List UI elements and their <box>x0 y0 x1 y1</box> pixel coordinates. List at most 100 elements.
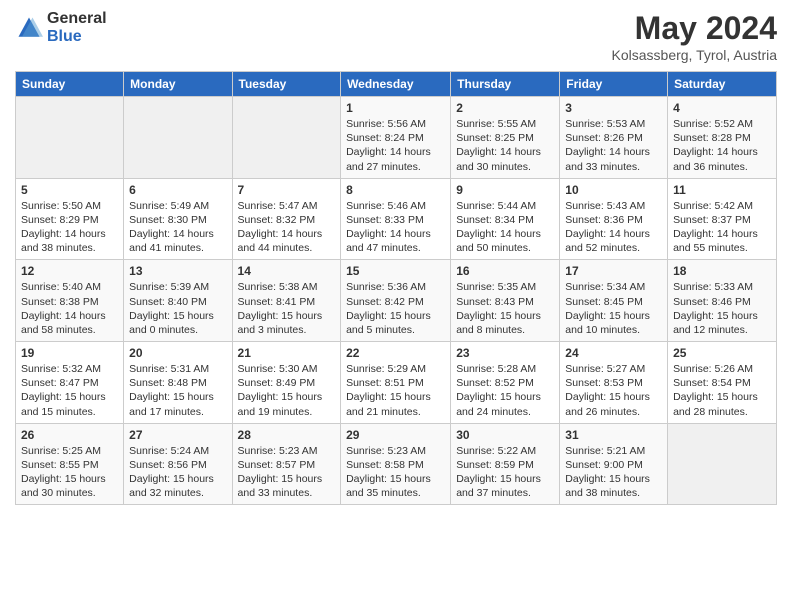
day-number: 24 <box>565 346 662 360</box>
day-number: 31 <box>565 428 662 442</box>
day-cell <box>668 423 777 505</box>
day-cell: 28Sunrise: 5:23 AMSunset: 8:57 PMDayligh… <box>232 423 341 505</box>
day-info: Sunrise: 5:56 AMSunset: 8:24 PMDaylight:… <box>346 118 431 173</box>
day-info: Sunrise: 5:36 AMSunset: 8:42 PMDaylight:… <box>346 281 431 336</box>
day-info: Sunrise: 5:24 AMSunset: 8:56 PMDaylight:… <box>129 445 214 500</box>
day-number: 5 <box>21 183 118 197</box>
day-number: 17 <box>565 264 662 278</box>
day-cell: 31Sunrise: 5:21 AMSunset: 9:00 PMDayligh… <box>560 423 668 505</box>
subtitle: Kolsassberg, Tyrol, Austria <box>612 47 777 63</box>
day-info: Sunrise: 5:26 AMSunset: 8:54 PMDaylight:… <box>673 363 758 418</box>
day-info: Sunrise: 5:52 AMSunset: 8:28 PMDaylight:… <box>673 118 758 173</box>
day-info: Sunrise: 5:38 AMSunset: 8:41 PMDaylight:… <box>238 281 323 336</box>
day-info: Sunrise: 5:53 AMSunset: 8:26 PMDaylight:… <box>565 118 650 173</box>
day-info: Sunrise: 5:33 AMSunset: 8:46 PMDaylight:… <box>673 281 758 336</box>
day-cell: 10Sunrise: 5:43 AMSunset: 8:36 PMDayligh… <box>560 178 668 260</box>
day-number: 11 <box>673 183 771 197</box>
logo-general: General <box>47 10 107 28</box>
day-cell: 26 Sunrise: 5:25 AMSunset: 8:55 PMDayligh… <box>16 423 124 505</box>
day-cell: 30Sunrise: 5:22 AMSunset: 8:59 PMDayligh… <box>451 423 560 505</box>
week-row-2: 5 Sunrise: 5:50 AMSunset: 8:29 PMDaylight… <box>16 178 777 260</box>
day-cell: 3 Sunrise: 5:53 AMSunset: 8:26 PMDaylight… <box>560 97 668 179</box>
logo-text: General Blue <box>47 10 107 45</box>
calendar-table: SundayMondayTuesdayWednesdayThursdayFrid… <box>15 71 777 505</box>
day-cell: 25 Sunrise: 5:26 AMSunset: 8:54 PMDayligh… <box>668 342 777 424</box>
day-cell: 24 Sunrise: 5:27 AMSunset: 8:53 PMDayligh… <box>560 342 668 424</box>
day-cell: 20Sunrise: 5:31 AMSunset: 8:48 PMDayligh… <box>124 342 232 424</box>
day-info: Sunrise: 5:23 AMSunset: 8:57 PMDaylight:… <box>238 445 323 500</box>
day-info: Sunrise: 5:32 AMSunset: 8:47 PMDaylight:… <box>21 363 106 418</box>
day-cell: 27 Sunrise: 5:24 AMSunset: 8:56 PMDayligh… <box>124 423 232 505</box>
day-number: 1 <box>346 101 445 115</box>
day-cell: 5 Sunrise: 5:50 AMSunset: 8:29 PMDaylight… <box>16 178 124 260</box>
day-cell: 11 Sunrise: 5:42 AMSunset: 8:37 PMDayligh… <box>668 178 777 260</box>
day-number: 20 <box>129 346 226 360</box>
column-header-friday: Friday <box>560 72 668 97</box>
title-section: May 2024 Kolsassberg, Tyrol, Austria <box>612 10 777 63</box>
day-cell: 16Sunrise: 5:35 AMSunset: 8:43 PMDayligh… <box>451 260 560 342</box>
day-number: 18 <box>673 264 771 278</box>
day-info: Sunrise: 5:28 AMSunset: 8:52 PMDaylight:… <box>456 363 541 418</box>
day-info: Sunrise: 5:29 AMSunset: 8:51 PMDaylight:… <box>346 363 431 418</box>
day-cell <box>232 97 341 179</box>
day-info: Sunrise: 5:43 AMSunset: 8:36 PMDaylight:… <box>565 200 650 255</box>
day-number: 13 <box>129 264 226 278</box>
day-info: Sunrise: 5:49 AMSunset: 8:30 PMDaylight:… <box>129 200 214 255</box>
day-number: 26 <box>21 428 118 442</box>
column-header-tuesday: Tuesday <box>232 72 341 97</box>
day-cell: 8Sunrise: 5:46 AMSunset: 8:33 PMDaylight… <box>341 178 451 260</box>
day-number: 3 <box>565 101 662 115</box>
day-number: 15 <box>346 264 445 278</box>
week-row-3: 12 Sunrise: 5:40 AMSunset: 8:38 PMDayligh… <box>16 260 777 342</box>
day-cell: 21 Sunrise: 5:30 AMSunset: 8:49 PMDayligh… <box>232 342 341 424</box>
day-cell: 1 Sunrise: 5:56 AMSunset: 8:24 PMDaylight… <box>341 97 451 179</box>
logo: General Blue <box>15 10 107 45</box>
day-info: Sunrise: 5:40 AMSunset: 8:38 PMDaylight:… <box>21 281 106 336</box>
day-info: Sunrise: 5:25 AMSunset: 8:55 PMDaylight:… <box>21 445 106 500</box>
column-header-thursday: Thursday <box>451 72 560 97</box>
day-number: 9 <box>456 183 554 197</box>
day-cell: 6 Sunrise: 5:49 AMSunset: 8:30 PMDaylight… <box>124 178 232 260</box>
logo-blue: Blue <box>47 28 107 46</box>
day-number: 4 <box>673 101 771 115</box>
day-cell: 9 Sunrise: 5:44 AMSunset: 8:34 PMDaylight… <box>451 178 560 260</box>
day-number: 6 <box>129 183 226 197</box>
day-cell: 13 Sunrise: 5:39 AMSunset: 8:40 PMDayligh… <box>124 260 232 342</box>
column-header-monday: Monday <box>124 72 232 97</box>
day-cell: 7Sunrise: 5:47 AMSunset: 8:32 PMDaylight… <box>232 178 341 260</box>
day-cell: 12 Sunrise: 5:40 AMSunset: 8:38 PMDayligh… <box>16 260 124 342</box>
day-info: Sunrise: 5:23 AMSunset: 8:58 PMDaylight:… <box>346 445 431 500</box>
day-number: 23 <box>456 346 554 360</box>
day-cell: 18 Sunrise: 5:33 AMSunset: 8:46 PMDayligh… <box>668 260 777 342</box>
day-info: Sunrise: 5:27 AMSunset: 8:53 PMDaylight:… <box>565 363 650 418</box>
week-row-4: 19 Sunrise: 5:32 AMSunset: 8:47 PMDayligh… <box>16 342 777 424</box>
day-info: Sunrise: 5:42 AMSunset: 8:37 PMDaylight:… <box>673 200 758 255</box>
week-row-1: 1 Sunrise: 5:56 AMSunset: 8:24 PMDaylight… <box>16 97 777 179</box>
day-info: Sunrise: 5:30 AMSunset: 8:49 PMDaylight:… <box>238 363 323 418</box>
column-header-sunday: Sunday <box>16 72 124 97</box>
day-number: 19 <box>21 346 118 360</box>
day-cell: 23 Sunrise: 5:28 AMSunset: 8:52 PMDayligh… <box>451 342 560 424</box>
day-info: Sunrise: 5:44 AMSunset: 8:34 PMDaylight:… <box>456 200 541 255</box>
day-cell: 17 Sunrise: 5:34 AMSunset: 8:45 PMDayligh… <box>560 260 668 342</box>
day-number: 2 <box>456 101 554 115</box>
day-info: Sunrise: 5:39 AMSunset: 8:40 PMDaylight:… <box>129 281 214 336</box>
column-header-wednesday: Wednesday <box>341 72 451 97</box>
day-number: 25 <box>673 346 771 360</box>
day-cell: 15 Sunrise: 5:36 AMSunset: 8:42 PMDayligh… <box>341 260 451 342</box>
week-row-5: 26 Sunrise: 5:25 AMSunset: 8:55 PMDayligh… <box>16 423 777 505</box>
header-row: SundayMondayTuesdayWednesdayThursdayFrid… <box>16 72 777 97</box>
column-header-saturday: Saturday <box>668 72 777 97</box>
day-number: 21 <box>238 346 336 360</box>
day-info: Sunrise: 5:34 AMSunset: 8:45 PMDaylight:… <box>565 281 650 336</box>
day-number: 29 <box>346 428 445 442</box>
day-cell <box>16 97 124 179</box>
day-info: Sunrise: 5:50 AMSunset: 8:29 PMDaylight:… <box>21 200 106 255</box>
day-cell: 29 Sunrise: 5:23 AMSunset: 8:58 PMDayligh… <box>341 423 451 505</box>
day-number: 12 <box>21 264 118 278</box>
day-cell: 14Sunrise: 5:38 AMSunset: 8:41 PMDayligh… <box>232 260 341 342</box>
logo-icon <box>15 14 43 42</box>
day-number: 27 <box>129 428 226 442</box>
day-cell: 19 Sunrise: 5:32 AMSunset: 8:47 PMDayligh… <box>16 342 124 424</box>
header: General Blue May 2024 Kolsassberg, Tyrol… <box>15 10 777 63</box>
